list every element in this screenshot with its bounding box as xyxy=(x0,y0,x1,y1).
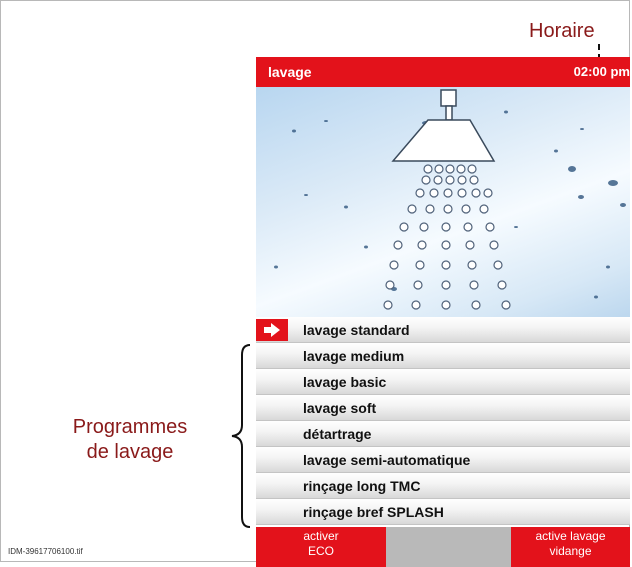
arrow-right-icon xyxy=(264,323,280,337)
shower-head-icon xyxy=(274,89,626,310)
device-screen: lavage 02:00 pm lavage standard lavage m… xyxy=(256,57,630,567)
program-item-rincage-long-tmc[interactable]: rinçage long TMC xyxy=(256,473,630,499)
program-label: lavage basic xyxy=(303,374,387,390)
top-bar: lavage 02:00 pm xyxy=(256,57,630,87)
program-item-lavage-basic[interactable]: lavage basic xyxy=(256,369,630,395)
program-label: rinçage long TMC xyxy=(303,478,421,494)
program-item-lavage-medium[interactable]: lavage medium xyxy=(256,343,630,369)
program-list: lavage standard lavage medium lavage bas… xyxy=(256,317,630,525)
activate-eco-button[interactable]: activer ECO xyxy=(256,527,386,567)
program-label: lavage soft xyxy=(303,400,377,416)
program-label: rinçage bref SPLASH xyxy=(303,504,444,520)
softkey-bar: activer ECO active lavage vidange xyxy=(256,527,630,567)
softkey-left-line1: activer xyxy=(303,529,339,543)
program-label: lavage semi-automatique xyxy=(303,452,471,468)
program-item-lavage-standard[interactable]: lavage standard xyxy=(256,317,630,343)
activate-drain-wash-button[interactable]: active lavage vidange xyxy=(511,527,630,567)
file-id: IDM-39617706100.tif xyxy=(8,547,83,556)
selection-marker xyxy=(256,319,288,341)
program-item-lavage-semi-automatique[interactable]: lavage semi-automatique xyxy=(256,447,630,473)
programmes-callout: Programmes de lavage xyxy=(50,415,210,465)
softkey-left-line2: ECO xyxy=(307,544,334,558)
curly-brace-icon xyxy=(231,344,251,528)
softkey-right-line2: vidange xyxy=(549,544,592,558)
program-label: lavage standard xyxy=(303,322,410,338)
empty-softkey[interactable] xyxy=(386,527,511,567)
program-item-lavage-soft[interactable]: lavage soft xyxy=(256,395,630,421)
horaire-callout: Horaire xyxy=(529,20,595,42)
hero-image xyxy=(256,87,630,317)
programmes-callout-line2: de lavage xyxy=(86,441,174,463)
programmes-callout-line1: Programmes xyxy=(72,416,188,438)
screen-title: lavage xyxy=(268,64,312,80)
program-label: détartrage xyxy=(303,426,372,442)
clock-time: 02:00 pm xyxy=(573,64,630,79)
program-item-rincage-bref-splash[interactable]: rinçage bref SPLASH xyxy=(256,499,630,525)
softkey-right-line1: active lavage xyxy=(535,529,606,543)
program-item-detartrage[interactable]: détartrage xyxy=(256,421,630,447)
program-label: lavage medium xyxy=(303,348,405,364)
